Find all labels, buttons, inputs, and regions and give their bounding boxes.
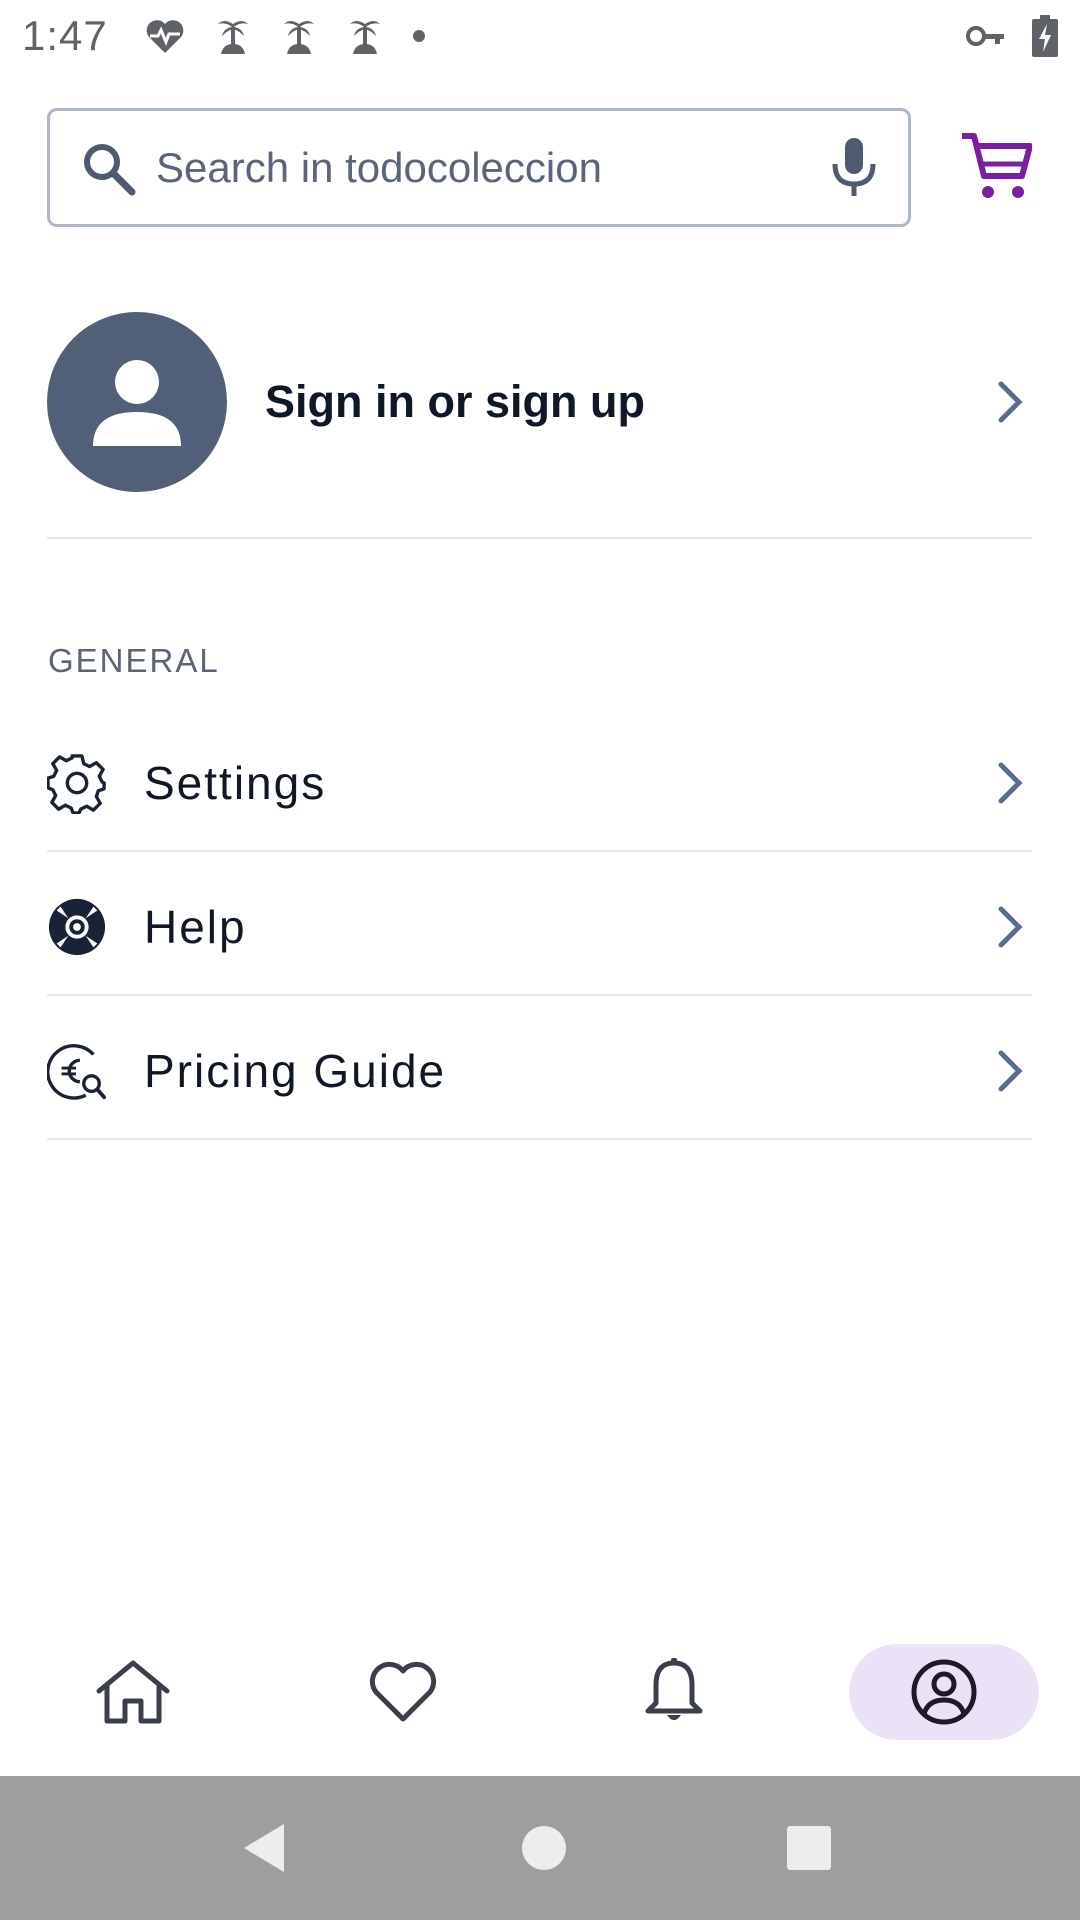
cart-icon[interactable] <box>960 130 1033 202</box>
back-triangle-icon <box>244 1824 284 1872</box>
nav-notifications[interactable] <box>579 1644 769 1740</box>
chevron-right-icon <box>988 1041 1032 1101</box>
heart-icon <box>369 1661 437 1722</box>
chevron-right-icon <box>988 897 1032 957</box>
divider <box>47 850 1032 852</box>
palm-tree-icon <box>346 16 384 56</box>
nav-home[interactable] <box>38 1644 228 1740</box>
search-placeholder: Search in todocoleccion <box>156 143 602 191</box>
home-icon <box>96 1660 170 1724</box>
section-header-general: GENERAL <box>48 642 220 679</box>
status-icons-right <box>966 15 1058 57</box>
sign-in-row[interactable]: Sign in or sign up <box>47 312 1032 492</box>
health-heart-icon <box>144 17 186 55</box>
palm-tree-icon <box>214 16 252 56</box>
status-bar: 1:47 <box>0 0 1080 72</box>
divider <box>47 537 1032 539</box>
euro-search-icon <box>47 1041 107 1101</box>
menu-item-help[interactable]: Help <box>47 855 1032 998</box>
system-nav-bar <box>0 1776 1080 1920</box>
home-circle-icon <box>522 1826 566 1870</box>
status-time: 1:47 <box>22 12 108 59</box>
avatar <box>47 312 227 492</box>
battery-charging-icon <box>1032 15 1058 57</box>
bottom-nav <box>0 1620 1080 1776</box>
back-button[interactable] <box>236 1820 292 1876</box>
menu-item-pricing-guide[interactable]: Pricing Guide <box>47 999 1032 1142</box>
person-icon <box>93 360 181 446</box>
screen: 1:47 Search in todocoleccion Sign in or … <box>0 0 1080 1920</box>
account-icon <box>911 1659 977 1725</box>
recents-button[interactable] <box>781 1820 837 1876</box>
sign-in-label: Sign in or sign up <box>265 376 645 427</box>
home-button[interactable] <box>516 1820 572 1876</box>
chevron-right-icon <box>988 753 1032 813</box>
divider <box>47 1138 1032 1140</box>
menu-label-settings: Settings <box>144 756 327 809</box>
palm-tree-icon <box>280 16 318 56</box>
chevron-right-icon <box>988 372 1032 432</box>
microphone-icon[interactable] <box>824 133 884 203</box>
nav-account[interactable] <box>849 1644 1039 1740</box>
divider <box>47 994 1032 996</box>
bell-icon <box>645 1658 703 1720</box>
menu-item-settings[interactable]: Settings <box>47 711 1032 854</box>
vpn-key-icon <box>966 24 1006 48</box>
status-icons-left <box>144 16 426 56</box>
dot-icon <box>412 29 426 43</box>
menu-label-pricing-guide: Pricing Guide <box>144 1044 447 1097</box>
gear-icon <box>47 753 107 814</box>
menu-label-help: Help <box>144 900 247 953</box>
lifebuoy-icon <box>47 897 107 957</box>
search-icon <box>78 138 138 198</box>
search-input[interactable]: Search in todocoleccion <box>47 108 911 227</box>
recents-square-icon <box>787 1826 831 1870</box>
nav-favorites[interactable] <box>308 1644 498 1740</box>
